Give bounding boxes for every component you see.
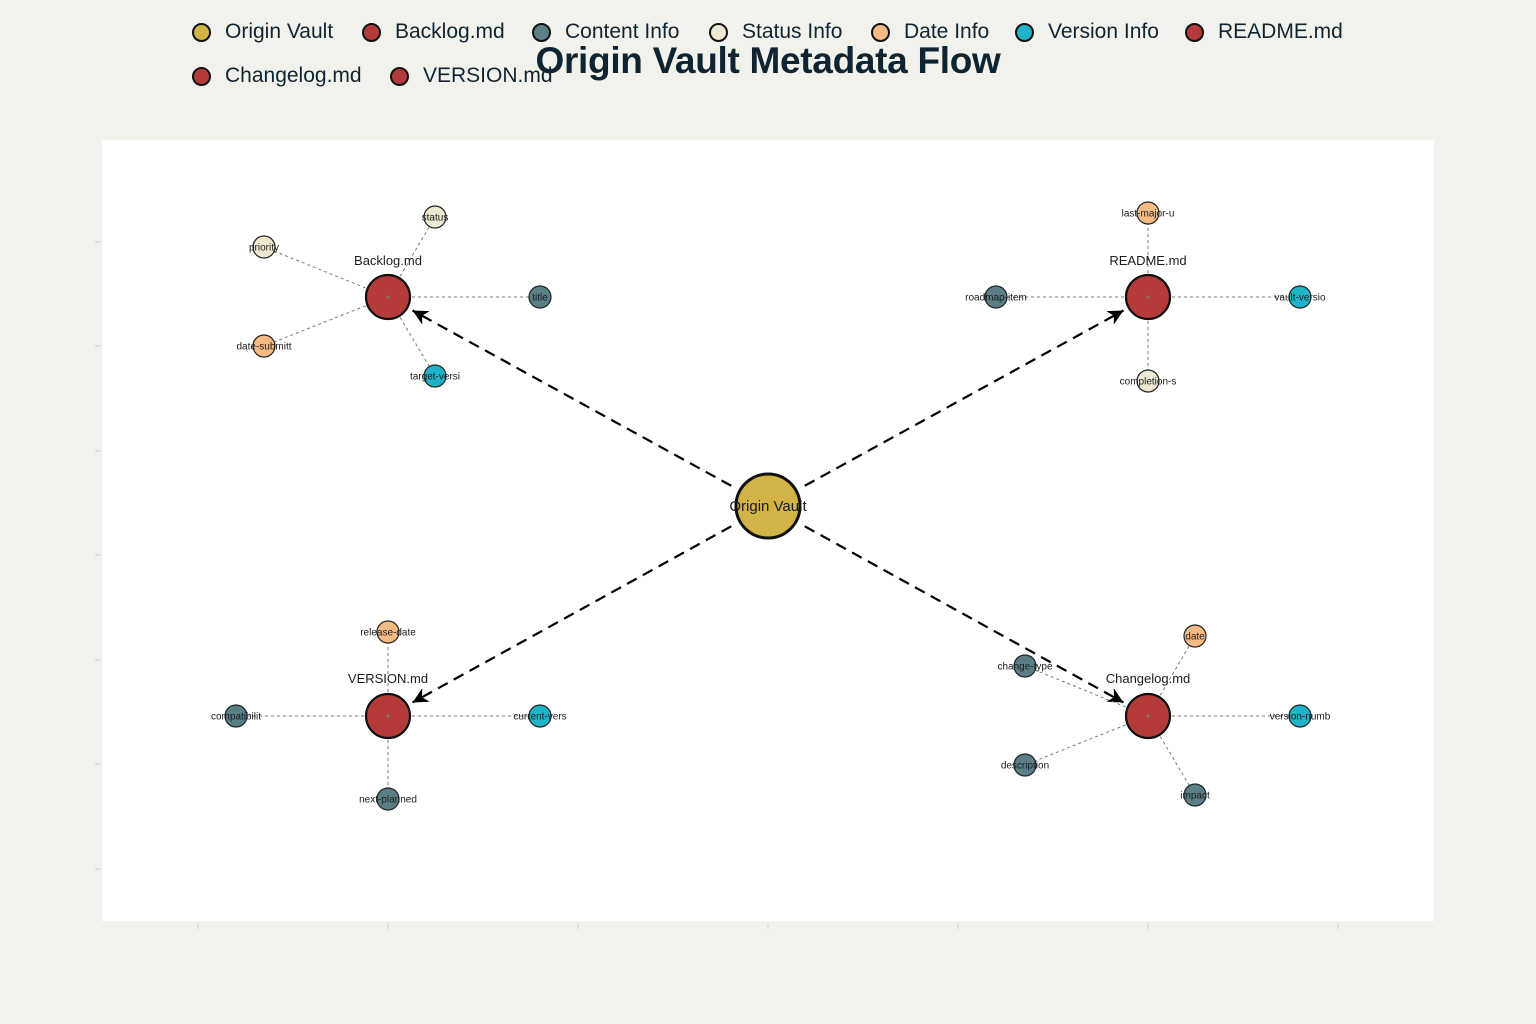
legend-item: Content Info (532, 20, 679, 44)
legend-swatch-icon (709, 22, 728, 42)
legend-swatch-icon (532, 22, 551, 42)
file-label: Backlog.md (354, 253, 422, 268)
legend-swatch-icon (871, 22, 890, 42)
legend-item: VERSION.md (390, 64, 553, 88)
legend-label: Changelog.md (225, 64, 362, 87)
legend-label: Date Info (904, 20, 990, 43)
legend-label: Version Info (1048, 20, 1159, 43)
metadata-label: target-versi (410, 372, 460, 383)
metadata-flow-diagram: status priority title date-submitt target-ve… (95, 140, 1434, 929)
legend-label: VERSION.md (423, 64, 553, 87)
legend-label: Status Info (742, 20, 843, 43)
file-node-center (1146, 295, 1150, 299)
metadata-label: description (1001, 761, 1049, 772)
origin-vault-label: Origin Vault (729, 498, 807, 515)
metadata-label: roadmap-item (965, 293, 1027, 304)
legend-swatch-icon (362, 22, 381, 42)
legend-label: Content Info (565, 20, 680, 43)
metadata-label: date (1185, 632, 1205, 643)
legend-swatch-icon (192, 22, 211, 42)
file-node-center (386, 714, 390, 718)
file-node-center (386, 295, 390, 299)
legend-item: Date Info (871, 20, 989, 44)
legend-label: README.md (1218, 20, 1343, 43)
metadata-label: change-type (997, 662, 1052, 673)
legend-item: Origin Vault (192, 20, 333, 44)
legend-label: Origin Vault (225, 20, 334, 43)
metadata-label: last-major-u (1122, 209, 1175, 220)
metadata-label: current-vers (513, 712, 566, 723)
legend-swatch-icon (192, 66, 211, 86)
metadata-label: completion-s (1120, 377, 1177, 388)
legend-item: Changelog.md (192, 64, 362, 88)
metadata-label: status (422, 213, 449, 224)
legend-swatch-icon (1015, 22, 1034, 42)
metadata-label: version-numb (1270, 712, 1331, 723)
legend-item: Backlog.md (362, 20, 505, 44)
metadata-label: next-planned (359, 795, 417, 806)
metadata-label: vault-versio (1274, 293, 1326, 304)
legend-item: Status Info (709, 20, 842, 44)
metadata-label: release-date (360, 628, 416, 639)
file-node-center (1146, 714, 1150, 718)
file-label: VERSION.md (348, 671, 428, 686)
metadata-label: title (532, 293, 548, 304)
metadata-label: priority (249, 243, 279, 254)
legend-item: Version Info (1015, 20, 1159, 44)
metadata-label: impact (1180, 791, 1210, 802)
legend-swatch-icon (1185, 22, 1204, 42)
file-label: Changelog.md (1106, 671, 1191, 686)
file-label: README.md (1109, 253, 1186, 268)
legend-item: README.md (1185, 20, 1343, 44)
metadata-label: date-submitt (236, 342, 291, 353)
legend-label: Backlog.md (395, 20, 505, 43)
legend-swatch-icon (390, 66, 409, 86)
metadata-label: compatibilit (211, 712, 261, 723)
